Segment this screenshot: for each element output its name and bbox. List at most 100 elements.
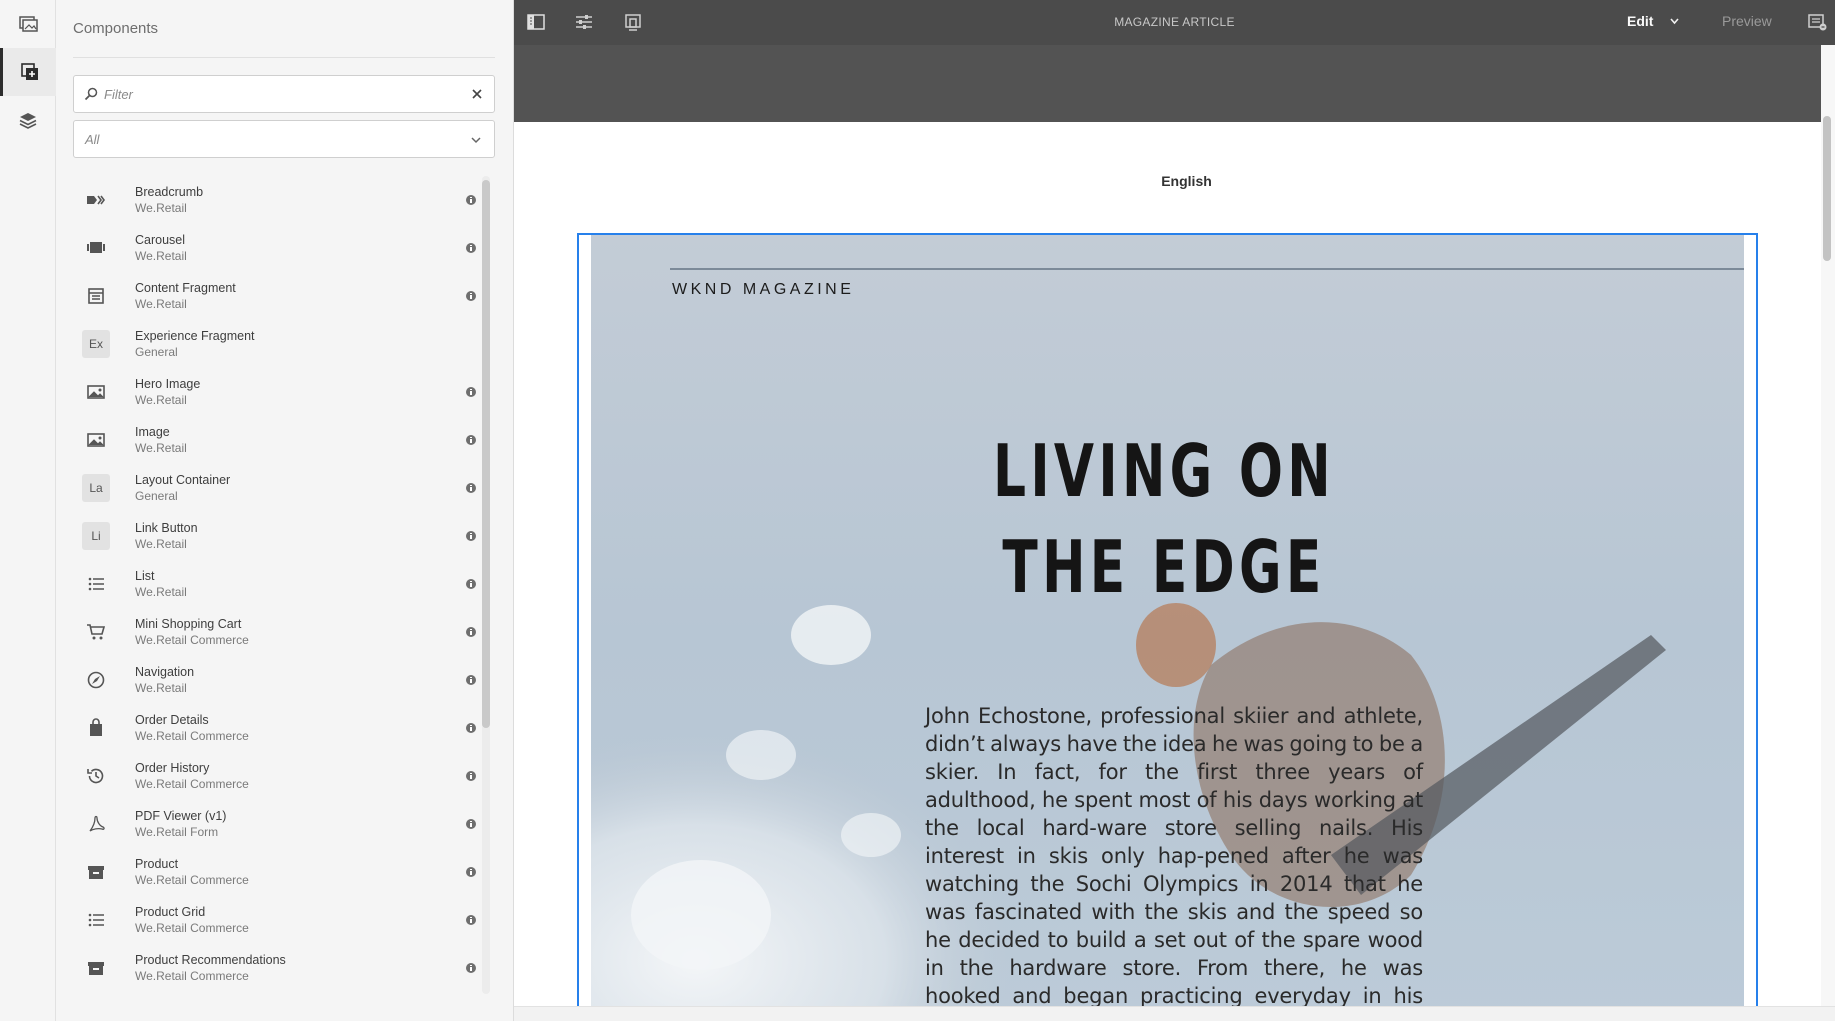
panel-title: Components	[73, 20, 159, 37]
component-group: We.Retail	[135, 393, 187, 407]
hero-component[interactable]: WKND MAGAZINE LIVING ON THE EDGE John Ec…	[577, 233, 1758, 1006]
list-item[interactable]: Mini Shopping Cart We.Retail Commerce	[73, 608, 478, 656]
list-item[interactable]: Hero Image We.Retail	[73, 368, 478, 416]
info-icon[interactable]	[466, 867, 476, 877]
info-icon[interactable]	[466, 819, 476, 829]
component-group-select[interactable]: All	[73, 120, 495, 158]
list-item[interactable]: La Layout Container General	[73, 464, 478, 512]
component-name: Hero Image	[135, 377, 201, 391]
assets-icon	[19, 16, 38, 32]
component-name: Order History	[135, 761, 210, 775]
content-fragment-icon	[82, 282, 110, 310]
info-icon[interactable]	[466, 627, 476, 637]
component-group: We.Retail Commerce	[135, 921, 249, 935]
component-group: We.Retail	[135, 585, 187, 599]
rail-components-button[interactable]	[0, 48, 56, 96]
info-icon[interactable]	[466, 771, 476, 781]
chevron-down-icon[interactable]	[1669, 17, 1680, 26]
header-region	[514, 45, 1821, 122]
rail-assets-button[interactable]	[0, 0, 56, 48]
component-name: PDF Viewer (v1)	[135, 809, 227, 823]
info-icon[interactable]	[466, 243, 476, 253]
component-list-scroll-thumb[interactable]	[482, 180, 490, 728]
horizontal-scrollbar[interactable]	[514, 1006, 1835, 1021]
list-item[interactable]: Product We.Retail Commerce	[73, 848, 478, 896]
side-rail	[0, 0, 56, 1021]
component-name: Link Button	[135, 521, 198, 535]
component-group: General	[135, 345, 178, 359]
info-icon[interactable]	[466, 435, 476, 445]
list-item[interactable]: List We.Retail	[73, 560, 478, 608]
edit-mode-button[interactable]: Edit	[1627, 13, 1653, 29]
info-icon[interactable]	[466, 723, 476, 733]
close-icon[interactable]	[470, 87, 484, 101]
editor-toolbar: MAGAZINE ARTICLE Edit Preview	[514, 0, 1835, 45]
component-name: Layout Container	[135, 473, 231, 487]
list-icon	[82, 906, 110, 934]
history-icon	[82, 762, 110, 790]
info-icon[interactable]	[466, 531, 476, 541]
list-item[interactable]: Order History We.Retail Commerce	[73, 752, 478, 800]
article-intro: John Echostone, professional skiier and …	[925, 704, 1423, 1006]
info-icon[interactable]	[466, 675, 476, 685]
preview-button[interactable]: Preview	[1722, 13, 1772, 29]
box-icon	[82, 858, 110, 886]
component-group: We.Retail Commerce	[135, 729, 249, 743]
magazine-name: WKND MAGAZINE	[672, 281, 855, 298]
layout-container-abbr: La	[82, 474, 110, 502]
components-panel: Components All Breadcrumb We.Retail Caro…	[56, 0, 514, 1021]
list-item[interactable]: Ex Experience Fragment General	[73, 320, 478, 368]
filter-field	[73, 75, 495, 113]
info-icon[interactable]	[466, 483, 476, 493]
info-icon[interactable]	[466, 195, 476, 205]
search-icon	[84, 87, 98, 101]
language-label: English	[1161, 173, 1212, 189]
info-icon[interactable]	[466, 915, 476, 925]
article-title: LIVING ON THE EDGE	[992, 429, 1336, 609]
component-group: We.Retail	[135, 249, 187, 263]
component-group: We.Retail Commerce	[135, 777, 249, 791]
component-name: Experience Fragment	[135, 329, 255, 343]
component-name: Mini Shopping Cart	[135, 617, 242, 631]
divider	[73, 57, 495, 58]
info-icon[interactable]	[466, 387, 476, 397]
info-icon[interactable]	[466, 291, 476, 301]
pdf-icon	[82, 810, 110, 838]
link-button-abbr: Li	[82, 522, 110, 550]
component-group: We.Retail	[135, 201, 187, 215]
component-name: Product	[135, 857, 179, 871]
list-item[interactable]: Order Details We.Retail Commerce	[73, 704, 478, 752]
list-item[interactable]: Image We.Retail	[73, 416, 478, 464]
list-item[interactable]: Breadcrumb We.Retail	[73, 176, 478, 224]
image-icon	[82, 426, 110, 454]
list-item[interactable]: PDF Viewer (v1) We.Retail Form	[73, 800, 478, 848]
annotations-icon[interactable]	[1807, 12, 1827, 32]
image-icon	[82, 378, 110, 406]
component-list: Breadcrumb We.Retail Carousel We.Retail …	[73, 176, 478, 994]
component-name: Breadcrumb	[135, 185, 204, 199]
page-editor: Components All Breadcrumb We.Retail Caro…	[0, 0, 1835, 1021]
component-group: We.Retail	[135, 537, 187, 551]
experience-fragment-abbr: Ex	[82, 330, 110, 358]
canvas-scroll-thumb[interactable]	[1823, 116, 1831, 261]
list-item[interactable]: Carousel We.Retail	[73, 224, 478, 272]
list-item[interactable]: Product Recommendations We.Retail Commer…	[73, 944, 478, 992]
component-group: We.Retail	[135, 681, 187, 695]
filter-input[interactable]	[104, 82, 464, 107]
list-item[interactable]: Product Grid We.Retail Commerce	[73, 896, 478, 944]
component-group: We.Retail Form	[135, 825, 219, 839]
list-item[interactable]: Li Link Button We.Retail	[73, 512, 478, 560]
component-name: Product Recommendations	[135, 953, 286, 967]
list-item[interactable]: Navigation We.Retail	[73, 656, 478, 704]
component-name: Product Grid	[135, 905, 206, 919]
component-name: Carousel	[135, 233, 186, 247]
info-icon[interactable]	[466, 963, 476, 973]
info-icon[interactable]	[466, 579, 476, 589]
component-group: We.Retail Commerce	[135, 633, 249, 647]
rail-content-tree-button[interactable]	[0, 96, 56, 144]
carousel-icon	[82, 234, 110, 262]
components-icon	[20, 63, 38, 80]
component-group: We.Retail Commerce	[135, 873, 249, 887]
component-name: List	[135, 569, 155, 583]
list-item[interactable]: Content Fragment We.Retail	[73, 272, 478, 320]
